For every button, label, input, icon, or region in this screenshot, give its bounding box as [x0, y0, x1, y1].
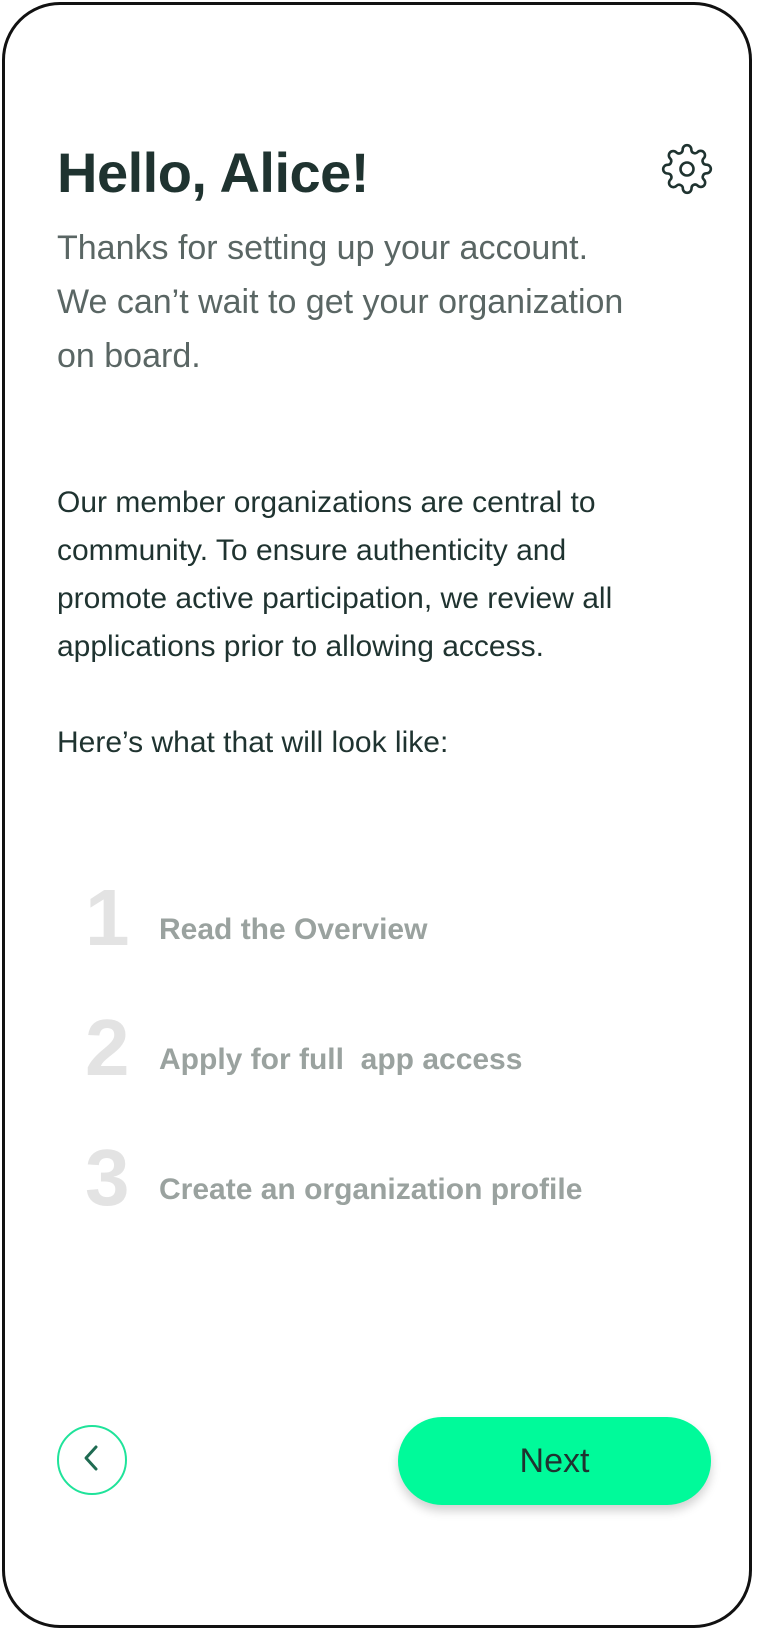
settings-button[interactable] [659, 143, 715, 199]
intro-line: community. To ensure authenticity and [57, 534, 567, 567]
step-label: Apply for full app access [159, 1043, 523, 1076]
steps-lead: Here’s what that will look like: [57, 726, 449, 759]
step-item: 1 Read the Overview [85, 865, 725, 995]
intro-line: promote active participation, we review … [57, 582, 613, 615]
intro-line: applications prior to allowing access. [57, 630, 544, 663]
step-item: 2 Apply for full app access [85, 995, 725, 1125]
gear-icon [661, 143, 713, 200]
subtitle-line: We can’t wait to get your organization [57, 283, 624, 321]
back-button[interactable] [57, 1425, 127, 1495]
step-label: Create an organization profile [159, 1173, 583, 1206]
step-number: 1 [85, 873, 130, 962]
step-item: 3 Create an organization profile [85, 1125, 725, 1255]
step-label: Read the Overview [159, 913, 428, 946]
subtitle-line: Thanks for setting up your account. [57, 229, 589, 267]
welcome-subtitle: Thanks for setting up your account. We c… [57, 221, 697, 383]
step-number: 2 [85, 1003, 130, 1092]
next-button[interactable]: Next [398, 1417, 711, 1505]
steps-list: 1 Read the Overview 2 Apply for full app… [85, 865, 725, 1255]
chevron-left-icon [80, 1443, 104, 1478]
intro-paragraph: Our member organizations are central to … [57, 479, 707, 671]
step-number: 3 [85, 1133, 130, 1222]
phone-frame: Hello, Alice! Thanks for setting up your… [2, 2, 752, 1628]
page-title: Hello, Alice! [57, 141, 369, 204]
subtitle-line: on board. [57, 337, 201, 375]
intro-line: Our member organizations are central to [57, 486, 596, 519]
